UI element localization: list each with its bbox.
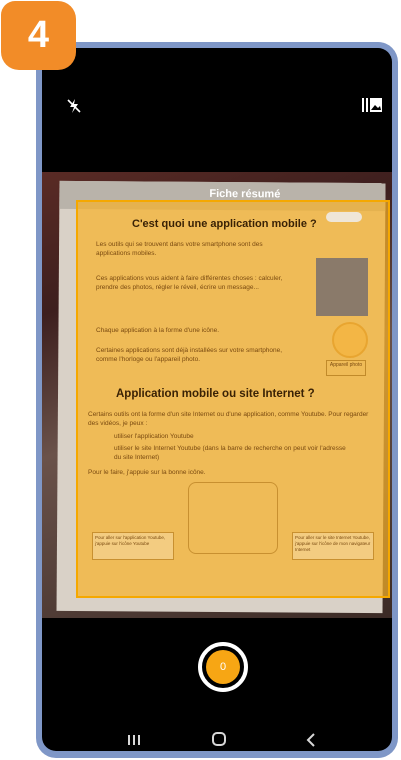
doc-heading-1: C'est quoi une application mobile ? xyxy=(132,218,317,230)
left-note-box: Pour aller sur l'application Youtube, j'… xyxy=(92,532,174,560)
right-note: Pour aller sur le site Internet Youtube,… xyxy=(295,535,371,552)
doc-paragraph-5: Certains outils ont la forme d'un site I… xyxy=(88,411,369,427)
person-photo xyxy=(316,258,368,316)
navigation-bar xyxy=(42,698,392,751)
capture-counter: 0 xyxy=(206,650,240,684)
doc-bullet-1: utiliser l'application Youtube xyxy=(114,433,194,440)
camera-label: Appareil photo xyxy=(329,362,363,368)
banner-title: Fiche résumé xyxy=(209,187,281,201)
doc-bullet-2: utiliser le site Internet Youtube (dans … xyxy=(114,445,346,461)
document-detection-overlay[interactable]: C'est quoi une application mobile ? Les … xyxy=(76,200,390,598)
flash-off-icon[interactable] xyxy=(66,98,82,114)
step-badge: 4 xyxy=(1,1,76,70)
doc-heading-2: Application mobile ou site Internet ? xyxy=(116,388,315,400)
recents-icon[interactable] xyxy=(128,735,140,745)
doc-paragraph-6: Pour le faire, j'appuie sur la bonne icô… xyxy=(88,469,206,476)
home-icon[interactable] xyxy=(212,732,226,746)
doc-paragraph-2: Ces applications vous aident à faire dif… xyxy=(96,275,283,291)
detected-document: C'est quoi une application mobile ? Les … xyxy=(78,202,388,596)
gallery-icon[interactable] xyxy=(362,96,382,114)
capture-button[interactable]: 0 xyxy=(198,642,248,692)
camera-label-box: Appareil photo xyxy=(326,360,366,376)
youtube-illustration xyxy=(188,482,278,554)
phone-frame: Fiche résumé C'est quoi une application … xyxy=(36,42,398,758)
step-number: 4 xyxy=(27,14,50,56)
back-icon[interactable] xyxy=(306,733,316,747)
doc-paragraph-3: Chaque application à la forme d'une icôn… xyxy=(96,327,220,334)
doc-paragraph-4: Certaines applications sont déjà install… xyxy=(96,347,283,363)
tip-badge xyxy=(326,212,362,222)
right-note-box: Pour aller sur le site Internet Youtube,… xyxy=(292,532,374,560)
doc-paragraph-1: Les outils qui se trouvent dans votre sm… xyxy=(96,241,263,257)
camera-screen: Fiche résumé C'est quoi une application … xyxy=(42,48,392,751)
left-note: Pour aller sur l'application Youtube, j'… xyxy=(95,535,166,546)
camera-app-icon xyxy=(332,322,368,358)
